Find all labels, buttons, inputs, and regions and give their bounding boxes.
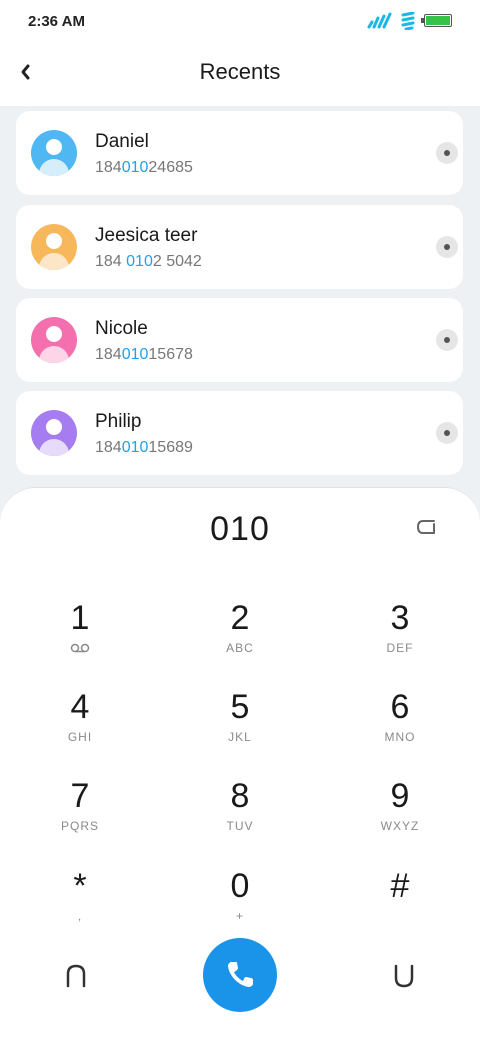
avatar <box>31 224 77 270</box>
key-7[interactable]: 7 PQRS <box>20 776 140 846</box>
contact-details-button[interactable] <box>436 422 458 444</box>
status-bar: 2:36 AM <box>0 0 480 44</box>
dialer-panel: 010 1 2 ABC 3 DEF 4 GHI 5 JKL 6 MNO 7 PQ… <box>0 487 480 1041</box>
key-star[interactable]: * , <box>20 866 140 936</box>
page-title: Recents <box>199 59 281 84</box>
backspace-icon[interactable] <box>412 516 440 538</box>
contact-name: Nicole <box>95 318 148 339</box>
key-4[interactable]: 4 GHI <box>20 687 140 757</box>
contact-number: 18401015678 <box>95 346 193 363</box>
signal-icon <box>367 12 392 29</box>
phone-icon <box>228 962 253 987</box>
sim-switch-right-icon[interactable] <box>390 960 418 992</box>
contact-details-button[interactable] <box>436 329 458 351</box>
contact-details-button[interactable] <box>436 236 458 258</box>
contact-name: Daniel <box>95 131 149 152</box>
key-6[interactable]: 6 MNO <box>340 687 460 757</box>
avatar <box>31 410 77 456</box>
call-button[interactable] <box>203 938 277 1012</box>
contact-card-jeesica[interactable]: Jeesica teer 184 0102 5042 <box>16 205 463 289</box>
key-0[interactable]: 0 + <box>180 866 300 936</box>
key-2[interactable]: 2 ABC <box>180 598 300 668</box>
key-9[interactable]: 9 WXYZ <box>340 776 460 846</box>
contact-name: Philip <box>95 411 142 432</box>
voicemail-icon <box>70 643 90 653</box>
key-1[interactable]: 1 <box>20 598 140 668</box>
avatar <box>31 317 77 363</box>
dialed-number: 010 <box>210 510 270 548</box>
contact-name: Jeesica teer <box>95 225 198 246</box>
sim-switch-left-icon[interactable] <box>62 960 90 992</box>
key-3[interactable]: 3 DEF <box>340 598 460 668</box>
header: Recents <box>0 44 480 106</box>
contact-card-philip[interactable]: Philip 18401015689 <box>16 391 463 475</box>
key-5[interactable]: 5 JKL <box>180 687 300 757</box>
wifi-icon <box>401 12 415 30</box>
key-hash[interactable]: # <box>340 866 460 936</box>
avatar <box>31 130 77 176</box>
contact-card-nicole[interactable]: Nicole 18401015678 <box>16 298 463 382</box>
key-8[interactable]: 8 TUV <box>180 776 300 846</box>
battery-icon <box>421 14 452 27</box>
contact-number: 184 0102 5042 <box>95 253 202 270</box>
contact-number: 18401015689 <box>95 439 193 456</box>
status-time: 2:36 AM <box>28 13 85 30</box>
contact-number: 18401024685 <box>95 159 193 176</box>
contact-details-button[interactable] <box>436 142 458 164</box>
contact-card-daniel[interactable]: Daniel 18401024685 <box>16 111 463 195</box>
